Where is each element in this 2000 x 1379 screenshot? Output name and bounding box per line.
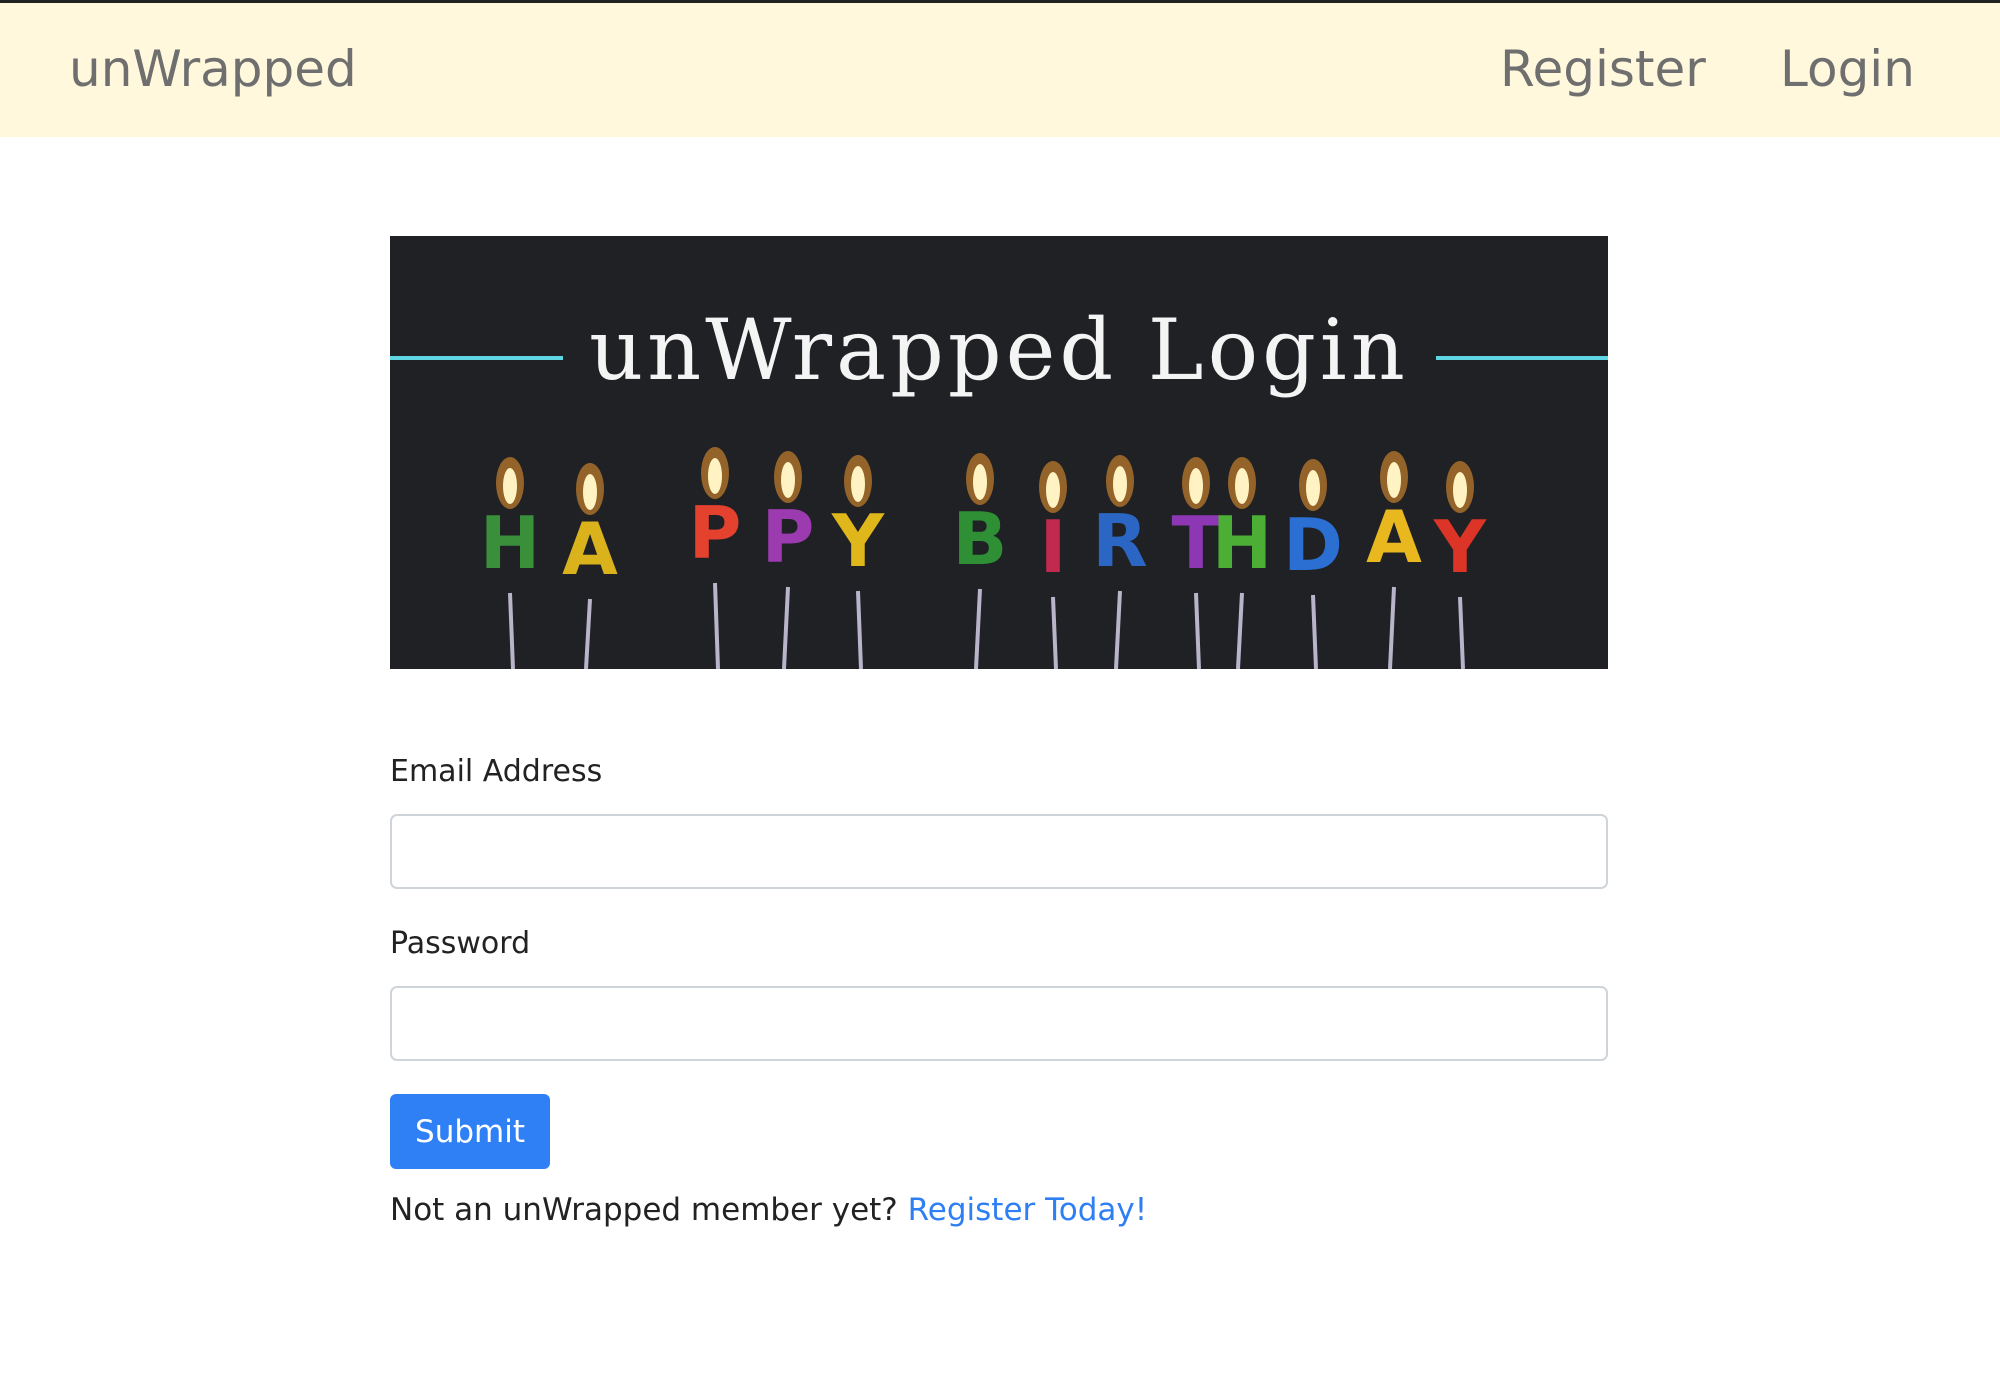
candle-letter: H <box>1212 501 1272 585</box>
register-today-link[interactable]: Register Today! <box>908 1192 1148 1228</box>
candle-flame <box>503 468 517 504</box>
candle-flame <box>1306 470 1320 506</box>
candle-letter: D <box>1283 503 1343 587</box>
candle-flame <box>851 466 865 502</box>
candle-flame <box>1189 468 1203 504</box>
top-navbar: unWrapped Register Login <box>0 0 2000 137</box>
candle-letter: Y <box>831 499 885 583</box>
candle-flame <box>973 464 987 500</box>
candle-letter: P <box>762 495 815 579</box>
candle-letter: R <box>1092 499 1147 583</box>
candle-letter: H <box>480 501 540 585</box>
candle-letter: A <box>1366 495 1422 579</box>
password-input[interactable] <box>390 986 1608 1061</box>
candle-letter: I <box>1040 505 1067 589</box>
candle-letter: P <box>689 491 742 575</box>
candle-flame <box>1113 466 1127 502</box>
candle-flame <box>1453 472 1467 508</box>
email-input[interactable] <box>390 814 1608 889</box>
register-prompt: Not an unWrapped member yet? Register To… <box>390 1188 1147 1232</box>
banner-title: unWrapped Login <box>589 301 1409 399</box>
nav-login-link[interactable]: Login <box>1780 39 1915 99</box>
candle-letter: Y <box>1433 505 1487 589</box>
brand-link[interactable]: unWrapped <box>69 39 357 99</box>
candle-flame <box>1235 468 1249 504</box>
candle-letter: A <box>562 507 618 591</box>
candle-letter: B <box>953 497 1008 581</box>
register-prompt-text: Not an unWrapped member yet? <box>390 1192 898 1228</box>
submit-button[interactable]: Submit <box>390 1094 550 1169</box>
candle-flame <box>781 462 795 498</box>
candle-flame <box>1046 472 1060 508</box>
nav-register-link[interactable]: Register <box>1500 39 1706 99</box>
candle-flame <box>1387 462 1401 498</box>
candle-flame <box>583 474 597 510</box>
banner-graphic: unWrapped Login H A P P Y B I R TH D A Y <box>390 236 1608 669</box>
password-label: Password <box>390 926 531 961</box>
login-banner-image: unWrapped Login HAPPYBIRTHDAY <box>390 236 1608 669</box>
candle-flame <box>708 458 722 494</box>
email-label: Email Address <box>390 754 603 789</box>
